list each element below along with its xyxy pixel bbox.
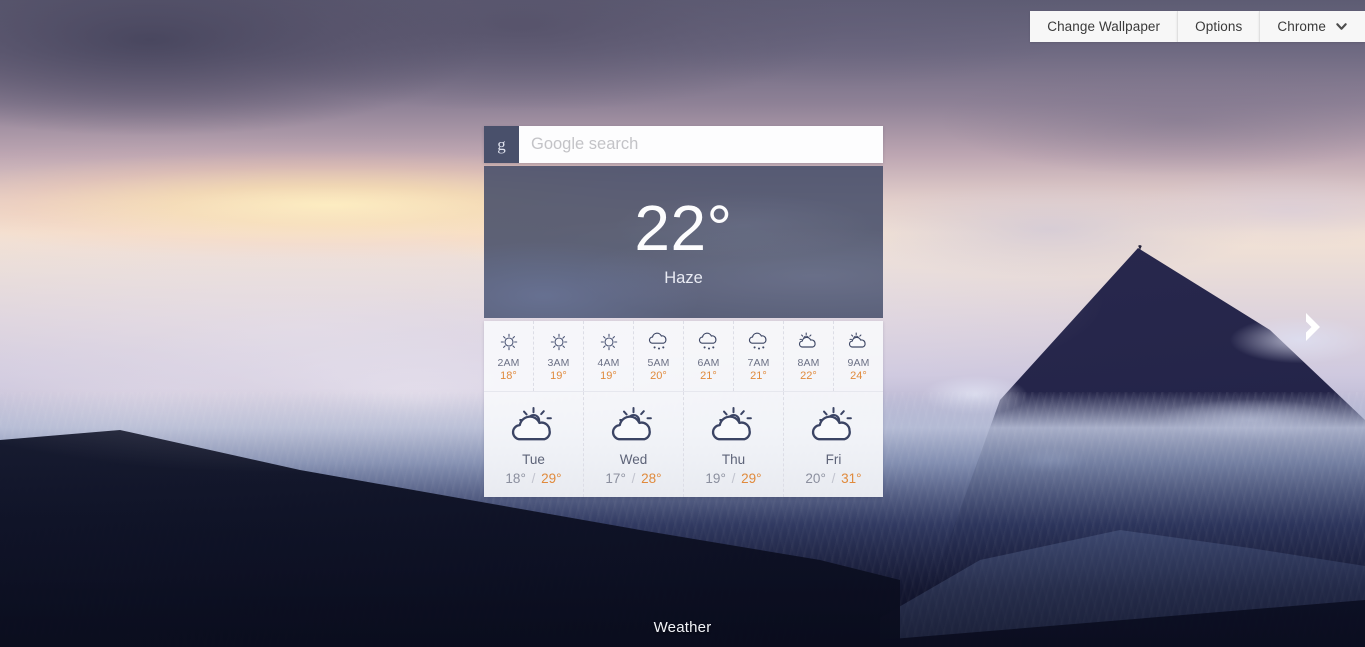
change-wallpaper-label: Change Wallpaper [1047,19,1161,34]
hourly-cell[interactable]: 6AM 21° [684,321,734,391]
daily-cell[interactable]: Fri 20° / 31° [784,392,883,497]
hourly-forecast-row: 2AM 18° 3AM 19° 4AM 19° 5AM 20° 6AM 21° … [484,321,883,392]
daily-day: Wed [619,451,648,467]
sun-behind-cloud-icon [846,330,872,354]
hourly-time: 8AM [797,357,820,369]
options-button[interactable]: Options [1177,11,1260,42]
google-g-glyph: g [497,135,506,154]
hourly-temp: 20° [650,370,667,382]
sun-behind-cloud-icon [796,330,822,354]
google-g-icon[interactable]: g [484,126,519,163]
rain-cloud-icon [696,330,722,354]
new-tab-page: Change Wallpaper Options Chrome g 22° Ha… [0,0,1365,647]
daily-forecast-row: Tue 18° / 29° Wed 17° / 28° Thu 19° / 29… [484,392,883,497]
hourly-temp: 18° [500,370,517,382]
chrome-label: Chrome [1277,19,1326,34]
hourly-temp: 21° [750,370,767,382]
daily-cell[interactable]: Thu 19° / 29° [684,392,784,497]
daily-temps: 18° / 29° [505,471,561,486]
sun-behind-cloud-icon [606,404,662,448]
rain-cloud-icon [746,330,772,354]
hourly-temp: 21° [700,370,717,382]
sun-icon [547,330,571,354]
rain-cloud-icon [646,330,672,354]
daily-separator: / [531,470,536,486]
hourly-temp: 19° [550,370,567,382]
hourly-cell[interactable]: 7AM 21° [734,321,784,391]
sun-icon [497,330,521,354]
top-button-bar: Change Wallpaper Options Chrome [1030,11,1365,42]
hourly-temp: 22° [800,370,817,382]
daily-day: Thu [721,451,746,467]
chevron-down-icon [1336,23,1347,30]
change-wallpaper-button[interactable]: Change Wallpaper [1030,11,1178,42]
hourly-time: 3AM [547,357,570,369]
daily-day: Tue [522,451,545,467]
daily-high: 28° [641,470,662,486]
daily-cell[interactable]: Wed 17° / 28° [584,392,684,497]
sun-behind-cloud-icon [806,404,862,448]
search-input[interactable] [519,126,883,163]
daily-cell[interactable]: Tue 18° / 29° [484,392,584,497]
daily-separator: / [631,470,636,486]
hourly-cell[interactable]: 9AM 24° [834,321,883,391]
next-wallpaper-button[interactable] [1295,308,1331,346]
google-search-bar: g [484,126,883,163]
hourly-time: 2AM [497,357,520,369]
daily-high: 31° [841,470,862,486]
widget-name-label: Weather [653,619,712,636]
hourly-cell[interactable]: 8AM 22° [784,321,834,391]
daily-temps: 17° / 28° [605,471,661,486]
daily-low: 17° [605,470,626,486]
weather-widget: g 22° Haze [484,126,883,497]
hourly-cell[interactable]: 4AM 19° [584,321,634,391]
chevron-right-icon [1306,313,1320,341]
hourly-time: 4AM [597,357,620,369]
sun-behind-cloud-icon [506,404,562,448]
hourly-cell[interactable]: 5AM 20° [634,321,684,391]
hourly-time: 9AM [847,357,870,369]
forecast-panel: 2AM 18° 3AM 19° 4AM 19° 5AM 20° 6AM 21° … [484,321,883,497]
daily-low: 20° [805,470,826,486]
chrome-menu-button[interactable]: Chrome [1259,11,1365,42]
daily-high: 29° [741,470,762,486]
daily-low: 19° [705,470,726,486]
daily-high: 29° [541,470,562,486]
hourly-time: 6AM [697,357,720,369]
hourly-time: 5AM [647,357,670,369]
daily-temps: 20° / 31° [805,471,861,486]
hourly-cell[interactable]: 3AM 19° [534,321,584,391]
hourly-time: 7AM [747,357,770,369]
sun-behind-cloud-icon [706,404,762,448]
daily-day: Fri [825,451,842,467]
current-condition: Haze [664,269,703,287]
sun-icon [597,330,621,354]
hourly-temp: 19° [600,370,617,382]
daily-separator: / [731,470,736,486]
options-label: Options [1195,19,1243,34]
daily-low: 18° [505,470,526,486]
daily-separator: / [831,470,836,486]
hourly-cell[interactable]: 2AM 18° [484,321,534,391]
current-temperature: 22° [634,192,733,264]
daily-temps: 19° / 29° [705,471,761,486]
hourly-temp: 24° [850,370,867,382]
current-conditions-panel: 22° Haze [484,166,883,318]
